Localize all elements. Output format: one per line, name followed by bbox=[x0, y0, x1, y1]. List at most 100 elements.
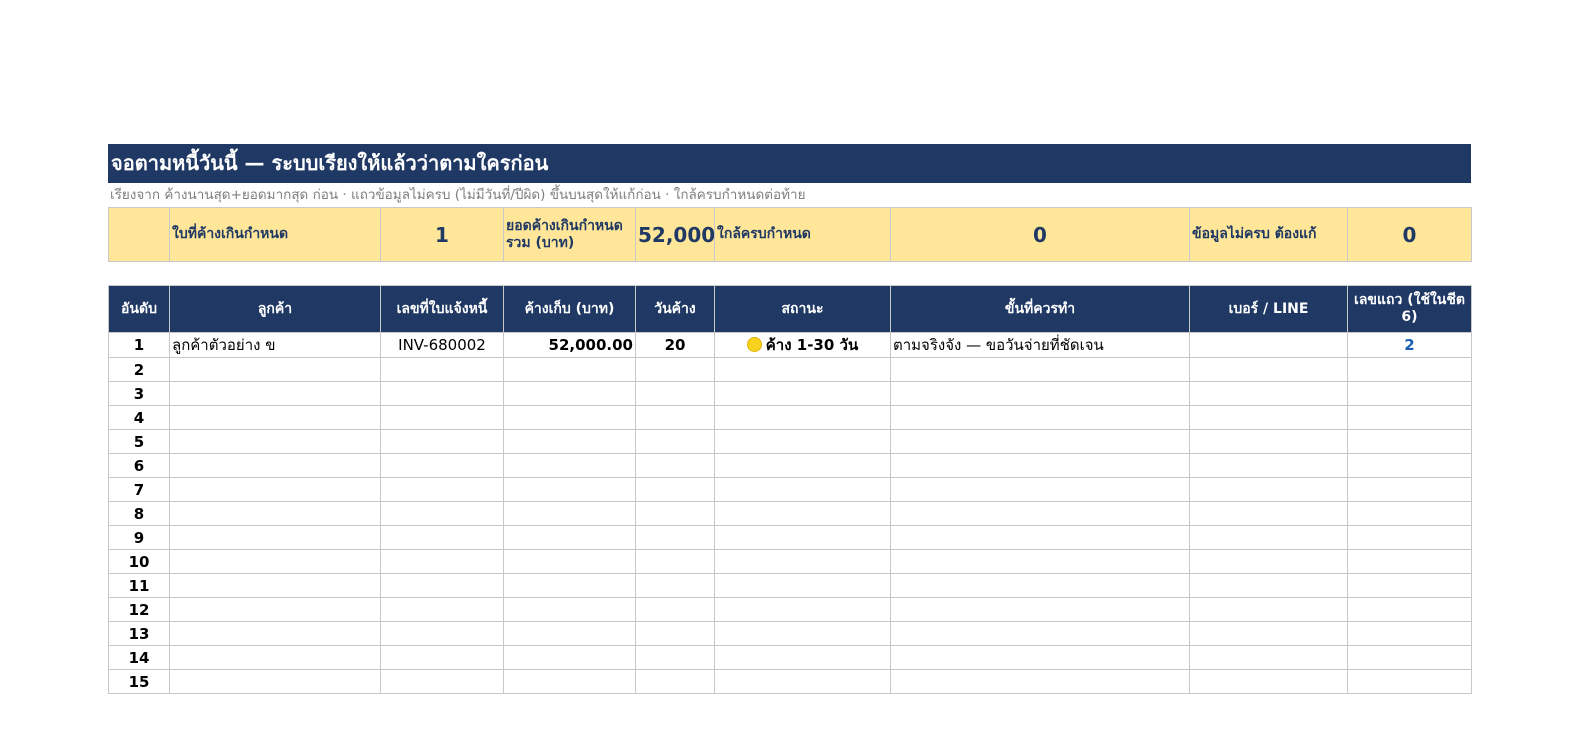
cell-rank[interactable]: 3 bbox=[108, 381, 170, 406]
cell-amount[interactable] bbox=[503, 597, 636, 622]
cell-invoice[interactable]: INV-680002 bbox=[380, 332, 504, 358]
kpi-overdue-total-value[interactable]: 52,000 bbox=[635, 207, 715, 262]
cell-next-step[interactable] bbox=[890, 501, 1190, 526]
cell-customer[interactable] bbox=[169, 357, 381, 382]
cell-customer[interactable] bbox=[169, 405, 381, 430]
cell-customer[interactable] bbox=[169, 573, 381, 598]
cell-invoice[interactable] bbox=[380, 429, 504, 454]
kpi-overdue-count-value[interactable]: 1 bbox=[380, 207, 504, 262]
cell-days[interactable] bbox=[635, 597, 715, 622]
header-contact[interactable]: เบอร์ / LINE bbox=[1189, 285, 1348, 333]
cell-invoice[interactable] bbox=[380, 669, 504, 694]
cell-customer[interactable] bbox=[169, 501, 381, 526]
cell-rank[interactable]: 6 bbox=[108, 453, 170, 478]
cell-contact[interactable] bbox=[1189, 477, 1348, 502]
cell-days[interactable] bbox=[635, 477, 715, 502]
cell-sheet-row[interactable] bbox=[1347, 573, 1472, 598]
cell-next-step[interactable] bbox=[890, 477, 1190, 502]
cell-rank[interactable]: 10 bbox=[108, 549, 170, 574]
header-invoice[interactable]: เลขที่ใบแจ้งหนี้ bbox=[380, 285, 504, 333]
cell-next-step[interactable] bbox=[890, 381, 1190, 406]
kpi-incomplete-value[interactable]: 0 bbox=[1347, 207, 1472, 262]
cell-amount[interactable] bbox=[503, 357, 636, 382]
cell-days[interactable] bbox=[635, 405, 715, 430]
cell-amount[interactable] bbox=[503, 429, 636, 454]
cell-invoice[interactable] bbox=[380, 501, 504, 526]
cell-sheet-row[interactable] bbox=[1347, 501, 1472, 526]
cell-days[interactable] bbox=[635, 621, 715, 646]
cell-next-step[interactable] bbox=[890, 597, 1190, 622]
cell-invoice[interactable] bbox=[380, 525, 504, 550]
cell-rank[interactable]: 8 bbox=[108, 501, 170, 526]
cell-amount[interactable] bbox=[503, 573, 636, 598]
cell-sheet-row[interactable] bbox=[1347, 549, 1472, 574]
header-rank[interactable]: อันดับ bbox=[108, 285, 170, 333]
cell-next-step[interactable] bbox=[890, 405, 1190, 430]
cell-invoice[interactable] bbox=[380, 573, 504, 598]
cell-days[interactable] bbox=[635, 453, 715, 478]
header-sheet-row[interactable]: เลขแถว (ใช้ในชีต 6) bbox=[1347, 285, 1472, 333]
cell-status[interactable] bbox=[714, 501, 891, 526]
cell-sheet-row[interactable] bbox=[1347, 525, 1472, 550]
cell-rank[interactable]: 5 bbox=[108, 429, 170, 454]
cell-days[interactable] bbox=[635, 429, 715, 454]
cell-amount[interactable] bbox=[503, 453, 636, 478]
kpi-blank-cell[interactable] bbox=[108, 207, 170, 262]
cell-contact[interactable] bbox=[1189, 332, 1348, 358]
cell-days[interactable]: 20 bbox=[635, 332, 715, 358]
cell-next-step[interactable] bbox=[890, 669, 1190, 694]
cell-contact[interactable] bbox=[1189, 525, 1348, 550]
cell-rank[interactable]: 12 bbox=[108, 597, 170, 622]
cell-days[interactable] bbox=[635, 381, 715, 406]
cell-status[interactable] bbox=[714, 669, 891, 694]
cell-days[interactable] bbox=[635, 357, 715, 382]
cell-contact[interactable] bbox=[1189, 597, 1348, 622]
cell-contact[interactable] bbox=[1189, 621, 1348, 646]
kpi-overdue-count-label[interactable]: ใบที่ค้างเกินกำหนด bbox=[169, 207, 381, 262]
cell-status[interactable] bbox=[714, 357, 891, 382]
cell-invoice[interactable] bbox=[380, 453, 504, 478]
cell-rank[interactable]: 15 bbox=[108, 669, 170, 694]
cell-status[interactable] bbox=[714, 381, 891, 406]
cell-status[interactable] bbox=[714, 645, 891, 670]
header-next-step[interactable]: ขั้นที่ควรทำ bbox=[890, 285, 1190, 333]
cell-invoice[interactable] bbox=[380, 381, 504, 406]
cell-sheet-row[interactable] bbox=[1347, 357, 1472, 382]
cell-invoice[interactable] bbox=[380, 405, 504, 430]
cell-next-step[interactable] bbox=[890, 525, 1190, 550]
cell-contact[interactable] bbox=[1189, 573, 1348, 598]
cell-invoice[interactable] bbox=[380, 621, 504, 646]
kpi-near-due-value[interactable]: 0 bbox=[890, 207, 1190, 262]
header-days[interactable]: วันค้าง bbox=[635, 285, 715, 333]
cell-status[interactable]: ค้าง 1-30 วัน bbox=[714, 332, 891, 358]
cell-customer[interactable]: ลูกค้าตัวอย่าง ข bbox=[169, 332, 381, 358]
cell-next-step[interactable] bbox=[890, 621, 1190, 646]
cell-invoice[interactable] bbox=[380, 357, 504, 382]
cell-contact[interactable] bbox=[1189, 453, 1348, 478]
cell-rank[interactable]: 9 bbox=[108, 525, 170, 550]
cell-days[interactable] bbox=[635, 669, 715, 694]
cell-amount[interactable] bbox=[503, 621, 636, 646]
header-customer[interactable]: ลูกค้า bbox=[169, 285, 381, 333]
cell-next-step[interactable] bbox=[890, 549, 1190, 574]
cell-sheet-row[interactable] bbox=[1347, 405, 1472, 430]
cell-next-step[interactable] bbox=[890, 645, 1190, 670]
header-status[interactable]: สถานะ bbox=[714, 285, 891, 333]
cell-status[interactable] bbox=[714, 597, 891, 622]
cell-customer[interactable] bbox=[169, 645, 381, 670]
cell-customer[interactable] bbox=[169, 525, 381, 550]
cell-amount[interactable] bbox=[503, 645, 636, 670]
cell-rank[interactable]: 13 bbox=[108, 621, 170, 646]
cell-status[interactable] bbox=[714, 525, 891, 550]
cell-next-step[interactable] bbox=[890, 453, 1190, 478]
cell-invoice[interactable] bbox=[380, 549, 504, 574]
cell-customer[interactable] bbox=[169, 429, 381, 454]
cell-contact[interactable] bbox=[1189, 429, 1348, 454]
cell-sheet-row[interactable] bbox=[1347, 621, 1472, 646]
cell-customer[interactable] bbox=[169, 549, 381, 574]
cell-sheet-row[interactable] bbox=[1347, 597, 1472, 622]
cell-amount[interactable]: 52,000.00 bbox=[503, 332, 636, 358]
cell-sheet-row[interactable] bbox=[1347, 429, 1472, 454]
cell-status[interactable] bbox=[714, 573, 891, 598]
cell-next-step[interactable] bbox=[890, 357, 1190, 382]
